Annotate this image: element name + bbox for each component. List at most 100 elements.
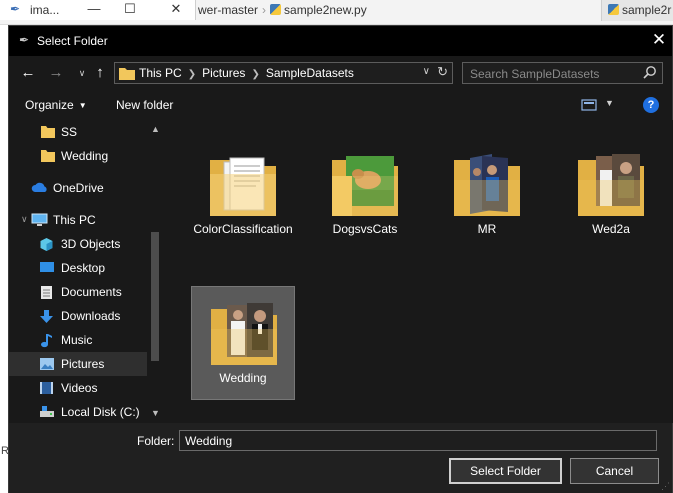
navigation-bar: ← → ∨ ↑ This PC ❯ Pictures ❯ SampleDatasets … <box>9 56 672 90</box>
maximize-icon[interactable]: ☐ <box>110 0 150 20</box>
nav-item-ss[interactable]: SS <box>9 120 147 144</box>
folder-item-wedding[interactable]: Wedding <box>191 286 295 400</box>
expand-arrow-icon[interactable]: ∨ <box>21 214 28 225</box>
nav-item-label: Pictures <box>61 357 105 371</box>
folder-field-label: Folder: <box>137 434 175 448</box>
breadcrumb-project[interactable]: wer-master <box>198 3 258 17</box>
view-dropdown-icon[interactable]: ▼ <box>605 98 614 108</box>
scroll-down-icon[interactable]: ▼ <box>151 408 160 418</box>
cancel-button[interactable]: Cancel <box>570 458 659 484</box>
crumb-sampledatasets[interactable]: SampleDatasets <box>266 66 354 80</box>
folder-item-wed2a[interactable]: Wed2a <box>559 138 663 252</box>
videos-icon <box>40 382 53 394</box>
nav-item-label: Videos <box>61 381 98 395</box>
folder-label: Wed2a <box>592 222 630 236</box>
nav-item-documents[interactable]: Documents <box>9 280 147 304</box>
folder-item-mr[interactable]: MR <box>435 138 539 252</box>
address-crumbs: This PC ❯ Pictures ❯ SampleDatasets <box>139 66 354 80</box>
back-button[interactable]: ← <box>17 62 39 84</box>
feather-icon: ✒ <box>10 2 21 16</box>
nav-item-local-disk[interactable]: Local Disk (C:) <box>9 400 147 423</box>
folder-icon <box>41 126 55 138</box>
close-icon[interactable]: ✕ <box>156 0 196 20</box>
nav-item-music[interactable]: Music <box>9 328 147 352</box>
folder-label: DogsvsCats <box>332 222 398 236</box>
minimize-icon[interactable]: — <box>74 0 114 20</box>
dialog-footer: Folder: Select Folder Cancel ⋰ <box>9 423 672 493</box>
people-photo-folder-icon <box>454 154 520 216</box>
search-box[interactable]: Search SampleDatasets <box>462 62 663 84</box>
screen: ✒ ima... — ☐ ✕ wer-master › sample2new.py … <box>0 0 673 493</box>
folder-label: Wedding <box>219 371 267 385</box>
up-button[interactable]: ↑ <box>89 62 111 84</box>
address-bar[interactable]: This PC ❯ Pictures ❯ SampleDatasets ∨ ↻ <box>114 62 453 84</box>
wedding-photo-folder-icon <box>578 154 644 216</box>
desktop-icon <box>40 262 54 272</box>
scroll-up-icon[interactable]: ▲ <box>151 124 160 134</box>
nav-item-label: Downloads <box>61 309 121 323</box>
nav-item-label: Desktop <box>61 261 106 275</box>
background-window-title: ima... <box>30 3 60 17</box>
nav-item-label: Local Disk (C:) <box>61 405 140 419</box>
resize-grip-icon[interactable]: ⋰ <box>661 481 670 492</box>
folder-icon <box>41 150 55 162</box>
editor-tab[interactable]: sample2r <box>601 0 673 21</box>
nav-scrollbar[interactable]: ▲ ▼ <box>147 120 164 423</box>
crumb-separator-icon[interactable]: ❯ <box>188 69 196 80</box>
organize-menu[interactable]: Organize ▼ <box>25 98 87 112</box>
cube-icon <box>40 238 53 251</box>
editor-breadcrumb: wer-master › sample2new.py <box>198 3 367 17</box>
pictures-icon <box>40 358 54 370</box>
cloud-icon <box>31 182 47 192</box>
folder-name-input[interactable] <box>179 430 657 451</box>
dog-photo-folder-icon <box>332 156 398 216</box>
forward-button[interactable]: → <box>45 62 67 84</box>
folder-item-dogsvscats[interactable]: DogsvsCats <box>313 138 417 252</box>
nav-item-label: SS <box>61 125 78 139</box>
nav-item-label: Documents <box>61 285 122 299</box>
caret-down-icon: ▼ <box>78 101 87 110</box>
select-folder-button[interactable]: Select Folder <box>449 458 562 484</box>
nav-item-label: This PC <box>53 213 96 227</box>
feather-icon: ✒ <box>19 33 30 47</box>
navigation-pane: SS Wedding OneDrive ∨ This PC 3D Objects <box>9 120 165 423</box>
nav-item-desktop[interactable]: Desktop <box>9 256 147 280</box>
folder-item-colorclassification[interactable]: ColorClassification <box>191 138 295 252</box>
view-options-icon[interactable] <box>581 98 597 112</box>
documents-folder-icon <box>210 157 276 216</box>
scrollbar-thumb[interactable] <box>151 232 159 361</box>
crumb-this-pc[interactable]: This PC <box>139 66 182 80</box>
nav-item-downloads[interactable]: Downloads <box>9 304 147 328</box>
nav-item-pictures[interactable]: Pictures <box>9 352 147 376</box>
folder-icon <box>119 68 135 80</box>
dialog-titlebar: ✒ Select Folder ✕ <box>9 26 672 56</box>
wedding-photo-folder-icon <box>211 303 277 365</box>
nav-item-videos[interactable]: Videos <box>9 376 147 400</box>
help-button[interactable]: ? <box>643 97 659 113</box>
breadcrumb-separator-icon: › <box>262 3 267 17</box>
background-window: ✒ ima... — ☐ ✕ <box>0 0 196 20</box>
new-folder-button[interactable]: New folder <box>116 98 173 112</box>
refresh-icon[interactable]: ↻ <box>437 64 448 80</box>
search-icon <box>643 66 656 79</box>
nav-item-3d-objects[interactable]: 3D Objects <box>9 232 147 256</box>
breadcrumb-file[interactable]: sample2new.py <box>284 3 367 17</box>
crumb-pictures[interactable]: Pictures <box>202 66 245 80</box>
folder-label: MR <box>477 222 497 236</box>
search-placeholder: Search SampleDatasets <box>470 67 600 81</box>
address-dropdown-icon[interactable]: ∨ <box>423 66 430 77</box>
nav-item-wedding[interactable]: Wedding <box>9 144 147 168</box>
download-icon <box>40 310 53 323</box>
nav-item-label: Music <box>61 333 93 347</box>
nav-item-label: 3D Objects <box>61 237 121 251</box>
dialog-close-button[interactable]: ✕ <box>646 26 672 56</box>
folder-view: ColorClassification DogsvsCats MR Wed2a … <box>165 120 673 423</box>
disk-icon <box>40 406 54 417</box>
nav-item-label: OneDrive <box>53 181 104 195</box>
nav-item-this-pc[interactable]: ∨ This PC <box>9 208 147 232</box>
organize-label: Organize <box>25 98 74 112</box>
nav-item-onedrive[interactable]: OneDrive <box>9 176 147 200</box>
nav-item-label: Wedding <box>61 149 109 163</box>
crumb-separator-icon[interactable]: ❯ <box>251 69 259 80</box>
editor-tab-label: sample2r <box>622 3 672 17</box>
